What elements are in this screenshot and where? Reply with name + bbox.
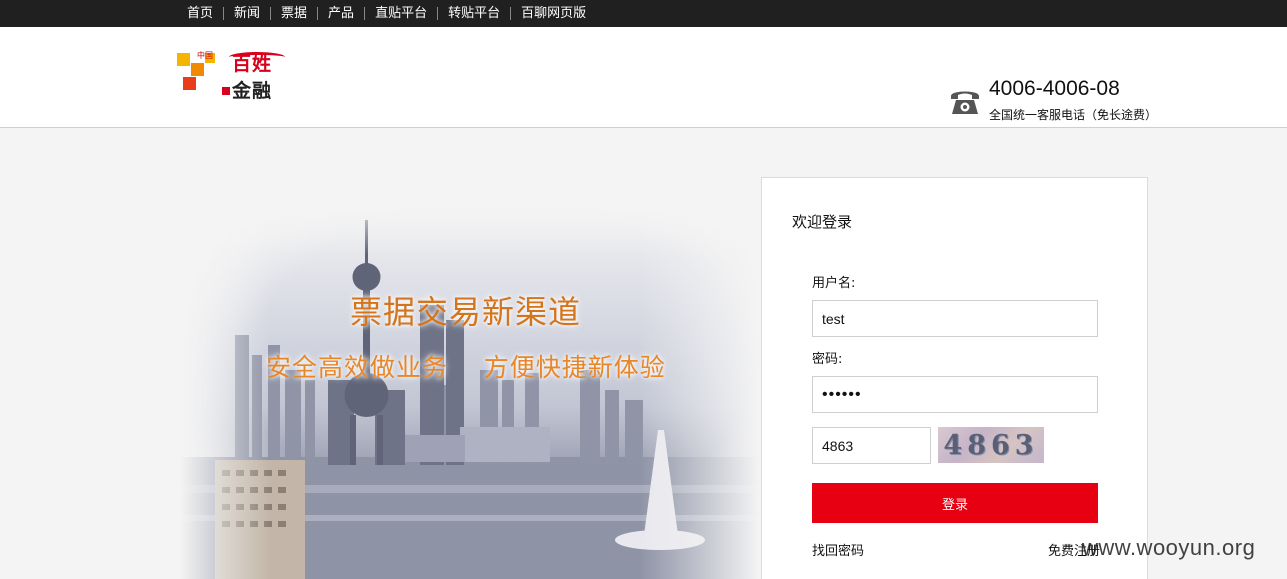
- captcha-image-text: 4863: [943, 429, 1039, 461]
- logo-small-text: 中国: [197, 51, 213, 60]
- login-button[interactable]: 登录: [812, 483, 1098, 523]
- login-title: 欢迎登录: [792, 213, 853, 231]
- nav-link-news[interactable]: 新闻: [223, 7, 270, 20]
- logo-cube-yellow: [177, 53, 190, 66]
- hotline-number: 4006-4006-08: [989, 77, 1120, 100]
- banner-fade-top: [180, 195, 760, 255]
- captcha-input[interactable]: [812, 427, 931, 464]
- logo-text-line2: 金融: [232, 80, 273, 102]
- site-header: 中国 百姓 金融 4006-4006-08 全国统一客服电话（免长途费）: [0, 27, 1287, 128]
- hotline-subtitle: 全国统一客服电话（免长途费）: [989, 108, 1158, 122]
- password-input[interactable]: [812, 376, 1098, 413]
- logo-cube-orange: [191, 63, 204, 76]
- telephone-icon: [951, 91, 979, 114]
- username-label: 用户名:: [812, 276, 856, 291]
- logo-cube-small: [222, 87, 230, 95]
- nav-link-products[interactable]: 产品: [317, 7, 364, 20]
- username-input[interactable]: [812, 300, 1098, 337]
- login-panel: 欢迎登录 用户名: 密码: 4863 登录 找回密码 免费注册: [761, 177, 1148, 579]
- top-navigation-bar: 首页 新闻 票据 产品 直贴平台 转贴平台 百聊网页版: [0, 0, 1287, 27]
- captcha-image[interactable]: 4863: [938, 427, 1044, 463]
- banner-slogan-sub: 安全高效做业务 方便快捷新体验: [266, 353, 666, 382]
- nav-link-web-chat[interactable]: 百聊网页版: [510, 7, 596, 20]
- nav-link-bills[interactable]: 票据: [270, 7, 317, 20]
- logo-text-line1: 百姓: [232, 53, 273, 75]
- logo-cube-red: [183, 77, 196, 90]
- nav-link-direct-discount[interactable]: 直贴平台: [364, 7, 437, 20]
- nav-link-rediscount[interactable]: 转贴平台: [437, 7, 510, 20]
- nav-link-home[interactable]: 首页: [187, 7, 223, 20]
- city-skyline-banner: [180, 195, 760, 579]
- watermark-text: www.wooyun.org: [1082, 535, 1256, 560]
- password-label: 密码:: [812, 352, 843, 367]
- top-nav: 首页 新闻 票据 产品 直贴平台 转贴平台 百聊网页版: [187, 0, 596, 27]
- forgot-password-link[interactable]: 找回密码: [812, 540, 864, 559]
- site-logo[interactable]: 中国 百姓 金融: [177, 49, 292, 104]
- banner-slogan-main: 票据交易新渠道: [350, 293, 582, 331]
